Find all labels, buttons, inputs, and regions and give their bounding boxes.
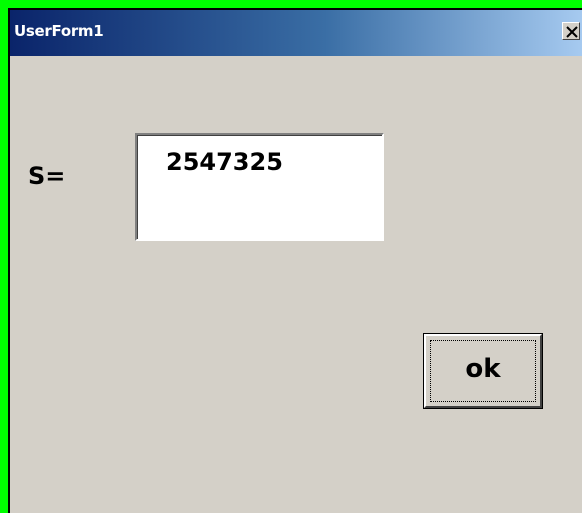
close-icon — [566, 26, 578, 38]
s-value-text: 2547325 — [166, 148, 283, 176]
window-title: UserForm1 — [14, 22, 104, 40]
title-bar[interactable]: UserForm1 — [10, 10, 582, 56]
close-button[interactable] — [562, 22, 580, 40]
screen-background: UserForm1 S= 2547325 ok — [0, 0, 582, 513]
userform-window: UserForm1 S= 2547325 ok — [8, 8, 582, 513]
s-label: S= — [28, 162, 66, 190]
ok-button[interactable]: ok — [423, 333, 543, 409]
ok-button-label: ok — [465, 354, 501, 384]
s-value-textbox[interactable]: 2547325 — [135, 133, 384, 241]
